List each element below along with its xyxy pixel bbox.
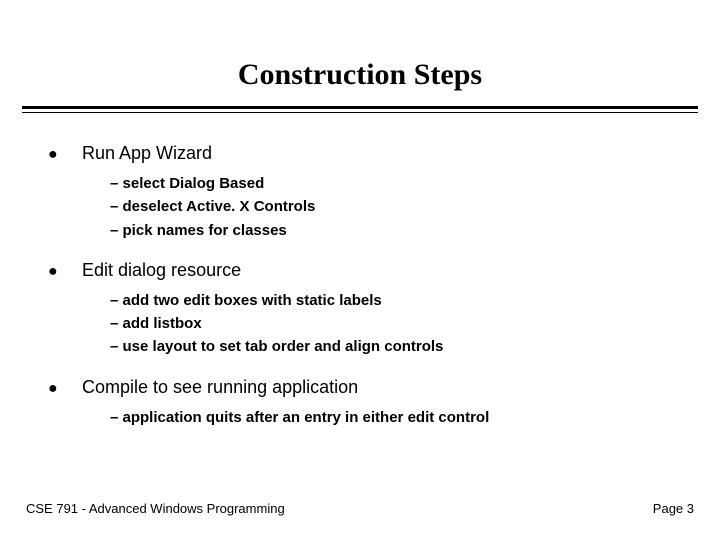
sub-bullet: application quits after an entry in eith… (110, 406, 672, 429)
bullet-item: ● Run App Wizard (48, 143, 672, 164)
sub-bullet: deselect Active. X Controls (110, 195, 672, 218)
sub-bullet: use layout to set tab order and align co… (110, 335, 672, 358)
sub-list: add two edit boxes with static labels ad… (48, 289, 672, 359)
bullet-item: ● Edit dialog resource (48, 260, 672, 281)
page-title: Construction Steps (0, 0, 720, 106)
sub-bullet: select Dialog Based (110, 172, 672, 195)
sub-list: application quits after an entry in eith… (48, 406, 672, 429)
slide: Construction Steps ● Run App Wizard sele… (0, 0, 720, 540)
footer-right: Page 3 (653, 501, 694, 516)
footer-left: CSE 791 - Advanced Windows Programming (26, 501, 285, 516)
sub-bullet: add listbox (110, 312, 672, 335)
footer: CSE 791 - Advanced Windows Programming P… (0, 501, 720, 516)
bullet-label: Edit dialog resource (82, 260, 241, 281)
title-divider (0, 106, 720, 113)
sub-bullet: pick names for classes (110, 219, 672, 242)
bullet-icon: ● (48, 380, 82, 398)
bullet-item: ● Compile to see running application (48, 377, 672, 398)
bullet-icon: ● (48, 263, 82, 281)
bullet-label: Run App Wizard (82, 143, 212, 164)
divider-thick (22, 106, 698, 109)
bullet-label: Compile to see running application (82, 377, 358, 398)
content-area: ● Run App Wizard select Dialog Based des… (0, 113, 720, 429)
bullet-icon: ● (48, 146, 82, 164)
sub-bullet: add two edit boxes with static labels (110, 289, 672, 312)
sub-list: select Dialog Based deselect Active. X C… (48, 172, 672, 242)
